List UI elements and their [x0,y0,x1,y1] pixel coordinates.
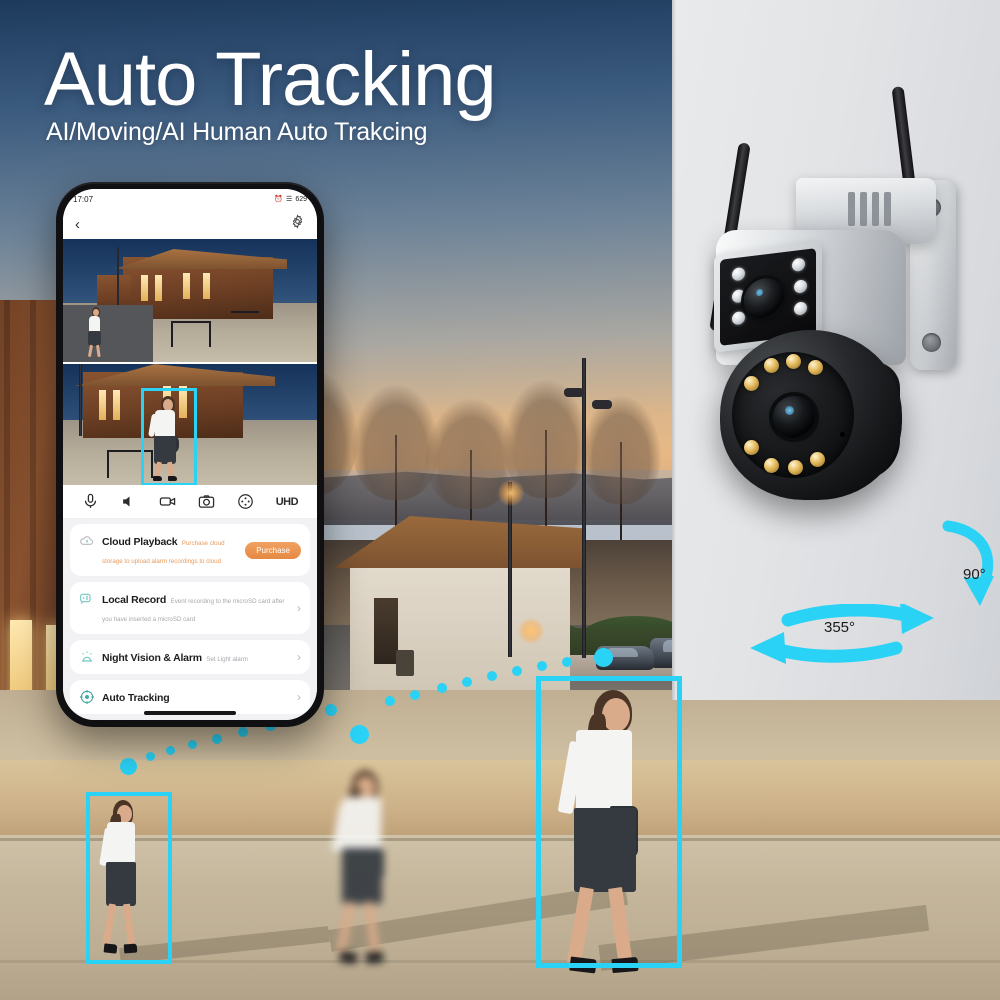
trail-dot [212,734,222,744]
live-view-container [63,239,317,485]
street-lamp [508,482,512,657]
lamp-glow [518,618,544,644]
trail-dot [120,758,137,775]
cloud-icon [79,533,95,549]
trash-bin [396,650,414,676]
trail-dot [437,683,447,693]
speaker-icon[interactable] [121,493,138,510]
alarm-icon: ⏰ [274,196,284,203]
microphone-hole [840,432,845,437]
lamp-glow [498,480,524,506]
trail-dot [166,746,175,755]
lamp-head [592,400,612,409]
chevron-right-icon: › [297,650,301,664]
trail-dot [537,661,547,671]
menu-item-local-record[interactable]: Local Record Event recording to the micr… [70,582,310,634]
trail-dot [146,752,155,761]
menu-item-auto-tracking[interactable]: Auto Tracking › [70,680,310,714]
microphone-icon[interactable] [82,493,99,510]
sd-record-icon [79,591,95,607]
menu-item-title: Auto Tracking [102,692,170,704]
trail-dot [462,677,472,687]
street-lamp [582,358,586,658]
menu-item-title: Local Record [102,594,167,606]
night-alarm-icon [79,649,95,665]
trail-dot [325,704,337,716]
gear-icon[interactable] [290,214,305,234]
wide-angle-camera-view[interactable] [63,239,317,362]
auto-tracking-icon [79,689,95,705]
upper-lens [744,276,784,321]
trail-dot [512,666,522,676]
ptz-direction-icon[interactable] [237,493,254,510]
trail-dot [238,727,248,737]
lamp-head [564,388,584,397]
menu-item-title: Night Vision & Alarm [102,652,202,664]
status-bar-time: 17:07 [73,194,94,204]
video-record-icon[interactable] [159,493,176,510]
ptz-dome [720,330,902,500]
home-indicator [144,711,236,715]
menu-item-cloud-playback[interactable]: Cloud Playback Purchase cloud storage to… [70,524,310,576]
tracking-box-small [86,792,172,964]
tracking-box-app [141,388,197,485]
trail-dot [487,671,497,681]
tracking-box-large [536,676,682,968]
pan-degree-label: 355° [824,619,856,636]
blurred-person [330,770,410,970]
settings-menu: Cloud Playback Purchase cloud storage to… [63,519,317,720]
camera-product [688,80,988,580]
live-view-toolbar: UHD [63,485,317,519]
quality-icon[interactable]: UHD [276,496,299,508]
lower-lens [773,396,815,438]
app-nav-bar: ‹ [63,209,317,239]
trail-dot [350,725,369,744]
page-subtitle: AI/Moving/AI Human Auto Trakcing [46,118,428,146]
trail-dot [594,648,613,667]
battery-icon: 629 [295,195,307,203]
snapshot-camera-icon[interactable] [198,493,215,510]
zoom-camera-view[interactable] [63,362,317,485]
chevron-right-icon: › [297,690,301,704]
menu-item-night-vision-alarm[interactable]: Night Vision & Alarm Set Light alarm › [70,640,310,674]
trail-dot [410,690,420,700]
tilt-degree-label: 90° [963,566,986,583]
chevron-right-icon: › [297,601,301,615]
dome-face [732,352,854,478]
trail-dot [385,696,395,706]
status-bar: 17:07 ⏰ ☰ 629 [63,189,317,209]
marketing-banner: Auto Tracking AI/Moving/AI Human Auto Tr… [0,0,1000,1000]
menu-item-title: Cloud Playback [102,536,178,548]
purchase-button[interactable]: Purchase [245,541,301,559]
trail-dot [188,740,197,749]
signal-icon: ☰ [286,196,293,203]
page-title: Auto Tracking [44,37,497,122]
smartphone-mockup: 17:07 ⏰ ☰ 629 ‹ UHD Cloud Playback Purch… [56,182,324,727]
trail-dot [562,657,572,667]
menu-item-subtitle: Set Light alarm [206,656,248,663]
back-chevron-icon[interactable]: ‹ [75,216,80,233]
